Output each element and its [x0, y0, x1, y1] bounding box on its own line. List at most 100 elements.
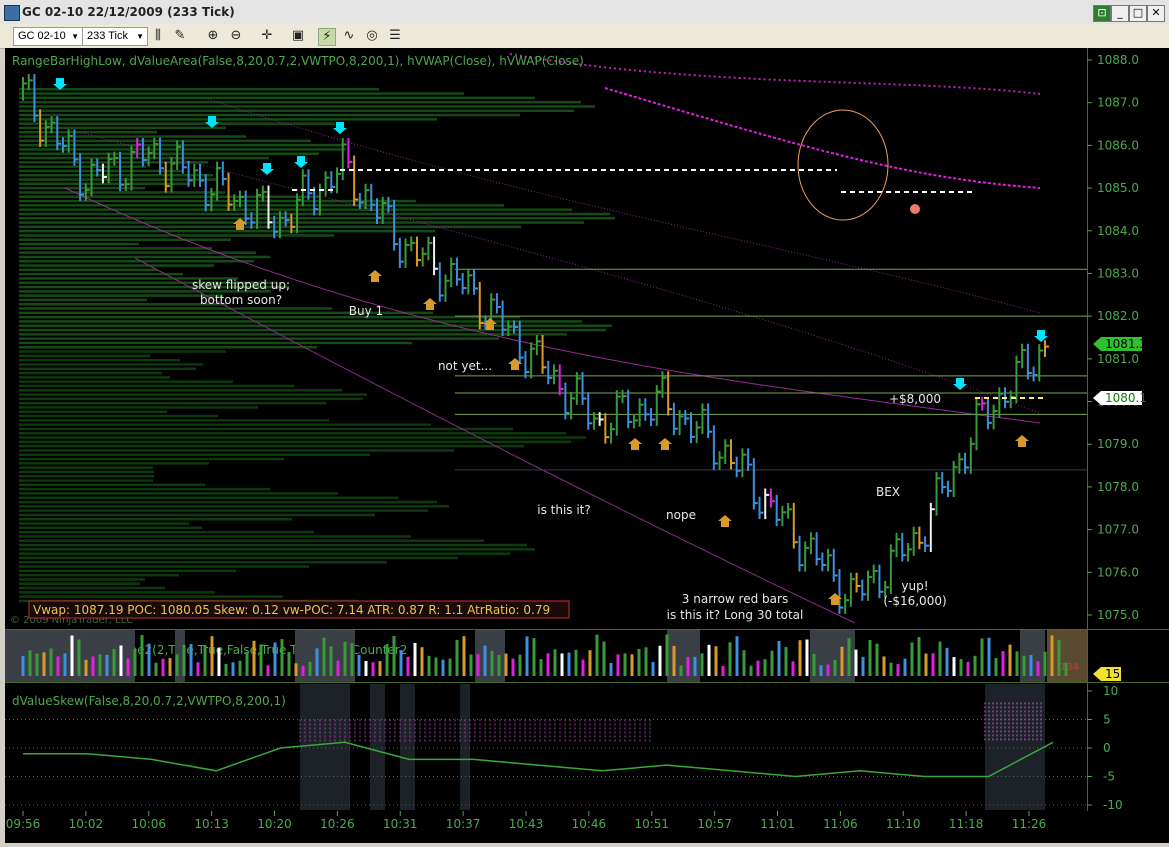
annotation-bex: BEX	[876, 485, 900, 499]
chart-app-icon	[4, 5, 20, 21]
annotation-minus16000: (-$16,000)	[883, 594, 946, 608]
template-icon[interactable]: ◎	[364, 28, 380, 44]
price-tick-label: 1083.0	[1097, 266, 1139, 280]
profile-bar	[19, 548, 535, 551]
profile-bar	[19, 303, 227, 306]
profile-bar	[19, 156, 269, 160]
profile-bar	[19, 380, 233, 383]
skew-tick-label: 5	[1103, 713, 1111, 727]
profile-bar	[19, 92, 464, 95]
profile-bar	[19, 535, 411, 538]
profile-bar	[19, 500, 437, 504]
link-icon[interactable]: ⊡	[1093, 5, 1111, 22]
profile-bar	[19, 483, 205, 487]
annotation-bottom-soon: bottom soon?	[200, 293, 282, 307]
profile-bar	[19, 221, 584, 224]
time-tick-label: 11:06	[823, 817, 858, 831]
profile-bar	[19, 479, 153, 482]
drawing-tool-icon[interactable]: ✎	[172, 28, 188, 44]
minimize-button[interactable]: _	[1111, 5, 1129, 22]
profile-bar	[19, 393, 367, 396]
profile-bar	[19, 552, 510, 555]
maximize-button[interactable]: □	[1129, 5, 1147, 22]
profile-bar	[19, 298, 147, 302]
profile-bar	[19, 384, 294, 388]
price-tick-label: 1086.0	[1097, 138, 1139, 152]
profile-bar	[19, 341, 412, 345]
profile-bar	[19, 105, 595, 108]
profile-bar	[19, 561, 387, 564]
price-tick-label: 1079.0	[1097, 437, 1139, 451]
profile-bar	[19, 242, 139, 246]
skew-shade	[460, 684, 470, 810]
price-tick-label: 1084.0	[1097, 224, 1139, 238]
profile-bar	[19, 509, 428, 512]
window-title: GC 02-10 22/12/2009 (233 Tick)	[22, 5, 235, 19]
skew-tick-label: 0	[1103, 741, 1111, 755]
profile-bar	[19, 204, 504, 207]
strategy-icon[interactable]: ⚡	[318, 28, 336, 46]
indicators-icon[interactable]: ∿	[341, 28, 357, 44]
chart-area[interactable]: RangeBarHighLow, dValueArea(False,8,20,0…	[5, 48, 1169, 843]
profile-bar	[19, 358, 180, 362]
time-tick-label: 10:46	[572, 817, 607, 831]
time-tick-label: 10:26	[320, 817, 355, 831]
data-box-icon[interactable]: ☰	[387, 28, 403, 44]
profile-bar	[19, 427, 513, 431]
zoom-out-icon[interactable]: ⊖	[228, 28, 244, 44]
profile-bar	[19, 414, 218, 418]
profile-bar	[19, 513, 375, 517]
time-tick-label: 11:18	[949, 817, 984, 831]
stats-text: Vwap: 1087.19 POC: 1080.05 Skew: 0.12 vw…	[33, 603, 550, 617]
annotation-yup: yup!	[901, 579, 928, 593]
profile-bar	[19, 436, 586, 439]
annotation-three-red-1: 3 narrow red bars	[682, 592, 788, 606]
time-tick-label: 09:56	[6, 817, 41, 831]
close-button[interactable]: ✕	[1147, 5, 1165, 22]
time-tick-label: 11:26	[1012, 817, 1047, 831]
volume-marker-value: 15	[1105, 667, 1120, 681]
profile-bar	[19, 328, 606, 332]
bar-type-icon[interactable]: ⫼	[150, 28, 166, 44]
profile-bar	[19, 225, 521, 229]
profile-bar	[19, 432, 566, 435]
zoom-in-icon[interactable]: ⊕	[205, 28, 221, 44]
profile-bar	[19, 247, 212, 250]
chevron-down-icon: ▼	[71, 32, 79, 41]
profile-bar	[19, 337, 499, 340]
crosshair-icon[interactable]: ✛	[259, 28, 275, 44]
annotation-nope: nope	[666, 508, 696, 522]
skew-panel-label: dValueSkew(False,8,20,0.7,2,VWTPO,8,200,…	[12, 694, 286, 708]
price-tick-label: 1078.0	[1097, 480, 1139, 494]
properties-icon[interactable]: ▣	[290, 28, 306, 44]
profile-bar	[19, 419, 329, 422]
skew-shade	[985, 684, 1045, 810]
profile-bar	[19, 401, 326, 405]
skew-shade	[300, 684, 350, 810]
exit-dot	[910, 204, 920, 214]
profile-bar	[19, 406, 258, 409]
profile-bar	[19, 109, 574, 112]
profile-bar	[19, 152, 319, 155]
skew-shade	[370, 684, 385, 810]
price-tick-label: 1088.0	[1097, 53, 1139, 67]
time-tick-label: 10:20	[257, 817, 292, 831]
profile-bar	[19, 582, 140, 585]
profile-bar	[19, 315, 520, 319]
profile-bar	[19, 539, 484, 542]
profile-bar	[19, 165, 146, 168]
instrument-selector[interactable]: GC 02-10 ▼	[13, 27, 83, 46]
chart-svg[interactable]: RangeBarHighLow, dValueArea(False,8,20,0…	[5, 48, 1169, 843]
profile-bar	[19, 264, 214, 267]
profile-bar	[19, 470, 154, 474]
profile-bar	[19, 389, 342, 392]
profile-bar	[19, 410, 167, 413]
period-value: 233 Tick	[87, 30, 128, 42]
time-tick-label: 10:31	[383, 817, 418, 831]
time-tick-label: 10:13	[194, 817, 229, 831]
period-selector[interactable]: 233 Tick ▼	[82, 27, 148, 46]
profile-bar	[19, 496, 398, 499]
profile-bar	[19, 122, 335, 125]
profile-bar	[19, 238, 231, 241]
profile-bar	[19, 449, 454, 452]
